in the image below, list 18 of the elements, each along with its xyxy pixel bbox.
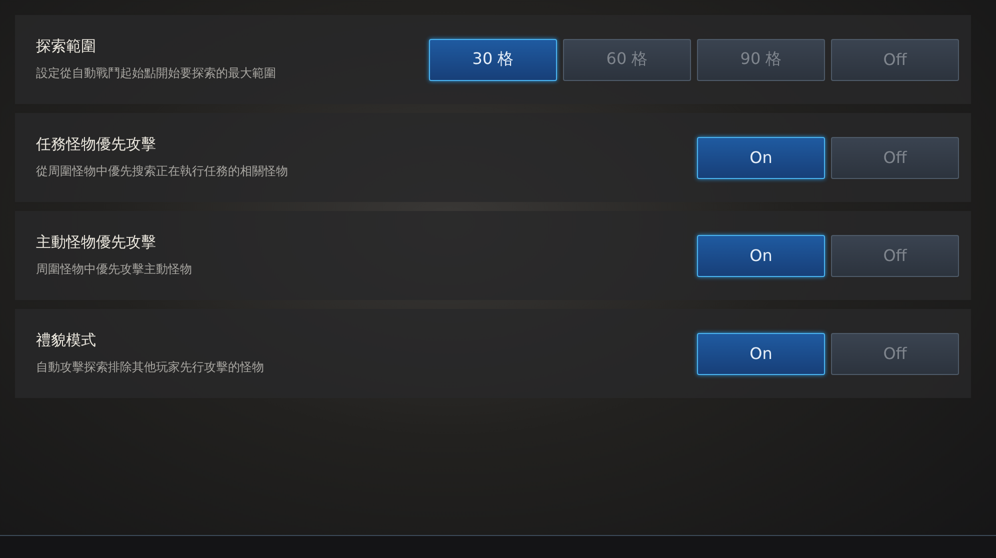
option-button[interactable]: On bbox=[697, 136, 825, 178]
option-button[interactable]: 90 格 bbox=[697, 38, 825, 80]
option-button[interactable]: On bbox=[697, 332, 825, 374]
option-button[interactable]: 30 格 bbox=[429, 38, 557, 80]
setting-description: 周圍怪物中優先攻擊主動怪物 bbox=[36, 261, 192, 278]
option-button[interactable]: Off bbox=[831, 38, 959, 80]
option-button[interactable]: Off bbox=[831, 332, 959, 374]
setting-title: 禮貌模式 bbox=[36, 331, 97, 350]
setting-title: 主動怪物優先攻擊 bbox=[36, 233, 157, 252]
option-button[interactable]: On bbox=[697, 234, 825, 276]
setting-title: 探索範圍 bbox=[36, 37, 97, 56]
setting-description: 自動攻擊探索排除其他玩家先行攻擊的怪物 bbox=[36, 359, 264, 376]
setting-description: 設定從自動戰鬥起始點開始要探索的最大範圍 bbox=[36, 65, 276, 82]
setting-title: 任務怪物優先攻擊 bbox=[36, 135, 157, 154]
option-button[interactable]: 60 格 bbox=[563, 38, 691, 80]
setting-description: 從周圍怪物中優先搜索正在執行任務的相關怪物 bbox=[36, 163, 288, 180]
option-button[interactable]: Off bbox=[831, 136, 959, 178]
option-button[interactable]: Off bbox=[831, 234, 959, 276]
